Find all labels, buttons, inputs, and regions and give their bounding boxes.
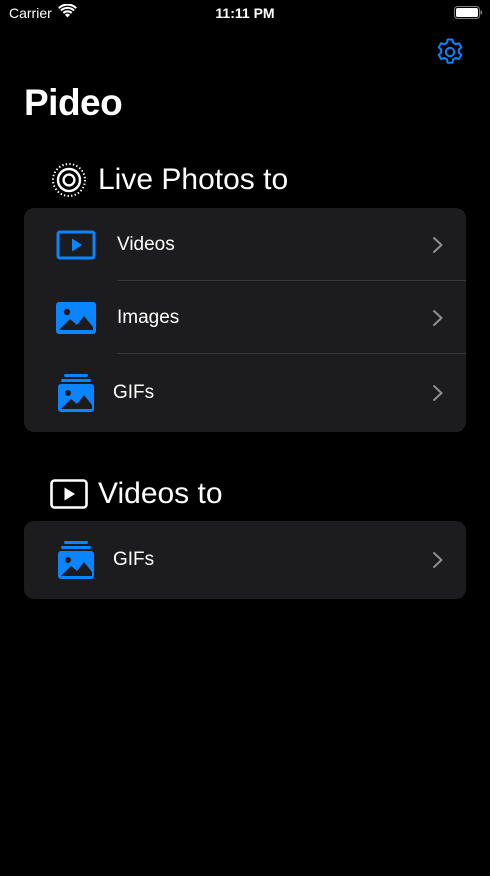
live-photos-list: Videos Images GIFs	[24, 208, 466, 432]
list-item-gifs[interactable]: GIFs	[24, 521, 466, 599]
chevron-right-icon	[433, 552, 443, 568]
chevron-right-icon	[433, 385, 443, 401]
chevron-right-icon	[433, 236, 443, 253]
battery-icon	[454, 6, 483, 19]
list-item-label: Images	[117, 306, 180, 328]
image-icon	[56, 298, 96, 338]
list-item-images[interactable]: Images	[24, 281, 466, 354]
list-item-videos[interactable]: Videos	[24, 208, 466, 281]
status-time: 11:11 PM	[215, 5, 275, 21]
gif-stack-icon	[56, 373, 96, 413]
video-play-icon	[56, 225, 96, 265]
gif-stack-icon	[56, 540, 96, 580]
video-play-icon	[50, 475, 88, 513]
section-title: Live Photos to	[98, 163, 289, 196]
chevron-right-icon	[433, 309, 443, 326]
section-header-live-photos: Live Photos to	[50, 160, 288, 200]
list-item-label: GIFs	[113, 382, 155, 403]
settings-button[interactable]	[434, 36, 466, 68]
list-item-label: GIFs	[113, 549, 155, 570]
section-header-videos: Videos to	[50, 474, 223, 514]
status-bar: Carrier 11:11 PM	[0, 0, 490, 28]
section-title: Videos to	[98, 477, 223, 510]
list-item-label: Videos	[117, 233, 175, 255]
list-item-gifs[interactable]: GIFs	[24, 354, 466, 432]
videos-list: GIFs	[24, 521, 466, 599]
live-photo-icon	[50, 161, 88, 199]
page-title: Pideo	[24, 82, 123, 123]
gear-icon	[437, 38, 463, 64]
